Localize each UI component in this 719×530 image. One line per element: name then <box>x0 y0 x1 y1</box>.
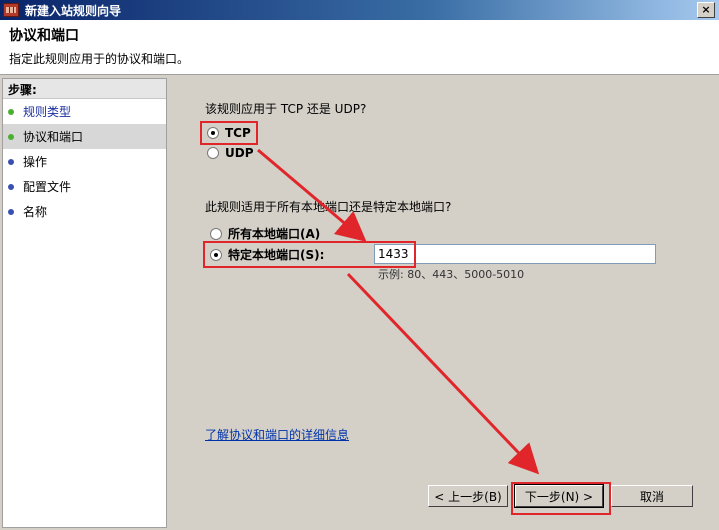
step-profile[interactable]: 配置文件 <box>3 174 166 199</box>
radio-unchecked-icon <box>210 227 222 240</box>
step-label: 操作 <box>23 155 48 169</box>
steps-heading: 步骤: <box>3 79 166 99</box>
cancel-button[interactable]: 取消 <box>611 485 693 507</box>
step-label: 名称 <box>23 205 48 219</box>
steps-sidebar: 步骤: 规则类型 协议和端口 操作 配置文件 名称 <box>2 78 167 528</box>
all-ports-radio[interactable]: 所有本地端口(A) <box>210 225 320 242</box>
title-bar: 新建入站规则向导 × <box>0 0 719 20</box>
specific-ports-label: 特定本地端口(S): <box>228 248 325 262</box>
all-ports-label: 所有本地端口(A) <box>228 227 321 241</box>
next-button[interactable]: 下一步(N) > <box>514 484 604 508</box>
back-button[interactable]: < 上一步(B) <box>428 485 508 507</box>
step-pending-icon <box>8 158 14 165</box>
step-protocol-ports[interactable]: 协议和端口 <box>3 124 166 149</box>
close-button[interactable]: × <box>697 2 715 18</box>
radio-unchecked-icon <box>207 147 219 159</box>
tcp-radio[interactable]: TCP <box>207 126 251 140</box>
tcp-label: TCP <box>225 126 251 140</box>
wizard-header: 协议和端口 指定此规则应用于的协议和端口。 <box>0 20 719 75</box>
page-subtitle: 指定此规则应用于的协议和端口。 <box>9 52 190 66</box>
step-done-icon <box>8 108 14 115</box>
port-input[interactable]: 1433 <box>374 244 656 264</box>
step-label: 协议和端口 <box>23 130 84 144</box>
window-title: 新建入站规则向导 <box>25 3 122 18</box>
step-label: 规则类型 <box>23 105 72 119</box>
radio-checked-icon <box>210 248 222 261</box>
protocol-question: 该规则应用于 TCP 还是 UDP? <box>205 102 367 116</box>
firewall-icon <box>3 3 19 17</box>
ports-question: 此规则适用于所有本地端口还是特定本地端口? <box>205 200 452 214</box>
main-panel: 该规则应用于 TCP 还是 UDP? TCP UDP 此规则适用于所有本地端口还… <box>170 78 718 528</box>
step-pending-icon <box>8 208 14 215</box>
specific-ports-radio[interactable]: 特定本地端口(S): <box>210 246 324 263</box>
step-current-icon <box>8 133 14 140</box>
step-pending-icon <box>8 183 14 190</box>
udp-radio[interactable]: UDP <box>207 146 254 160</box>
radio-checked-icon <box>207 127 219 139</box>
step-rule-type[interactable]: 规则类型 <box>3 99 166 124</box>
page-title: 协议和端口 <box>9 28 79 44</box>
step-action[interactable]: 操作 <box>3 149 166 174</box>
step-name[interactable]: 名称 <box>3 199 166 224</box>
udp-label: UDP <box>225 146 254 160</box>
learn-more-link[interactable]: 了解协议和端口的详细信息 <box>205 426 349 443</box>
port-example: 示例: 80、443、5000-5010 <box>378 268 525 281</box>
step-label: 配置文件 <box>23 180 72 194</box>
